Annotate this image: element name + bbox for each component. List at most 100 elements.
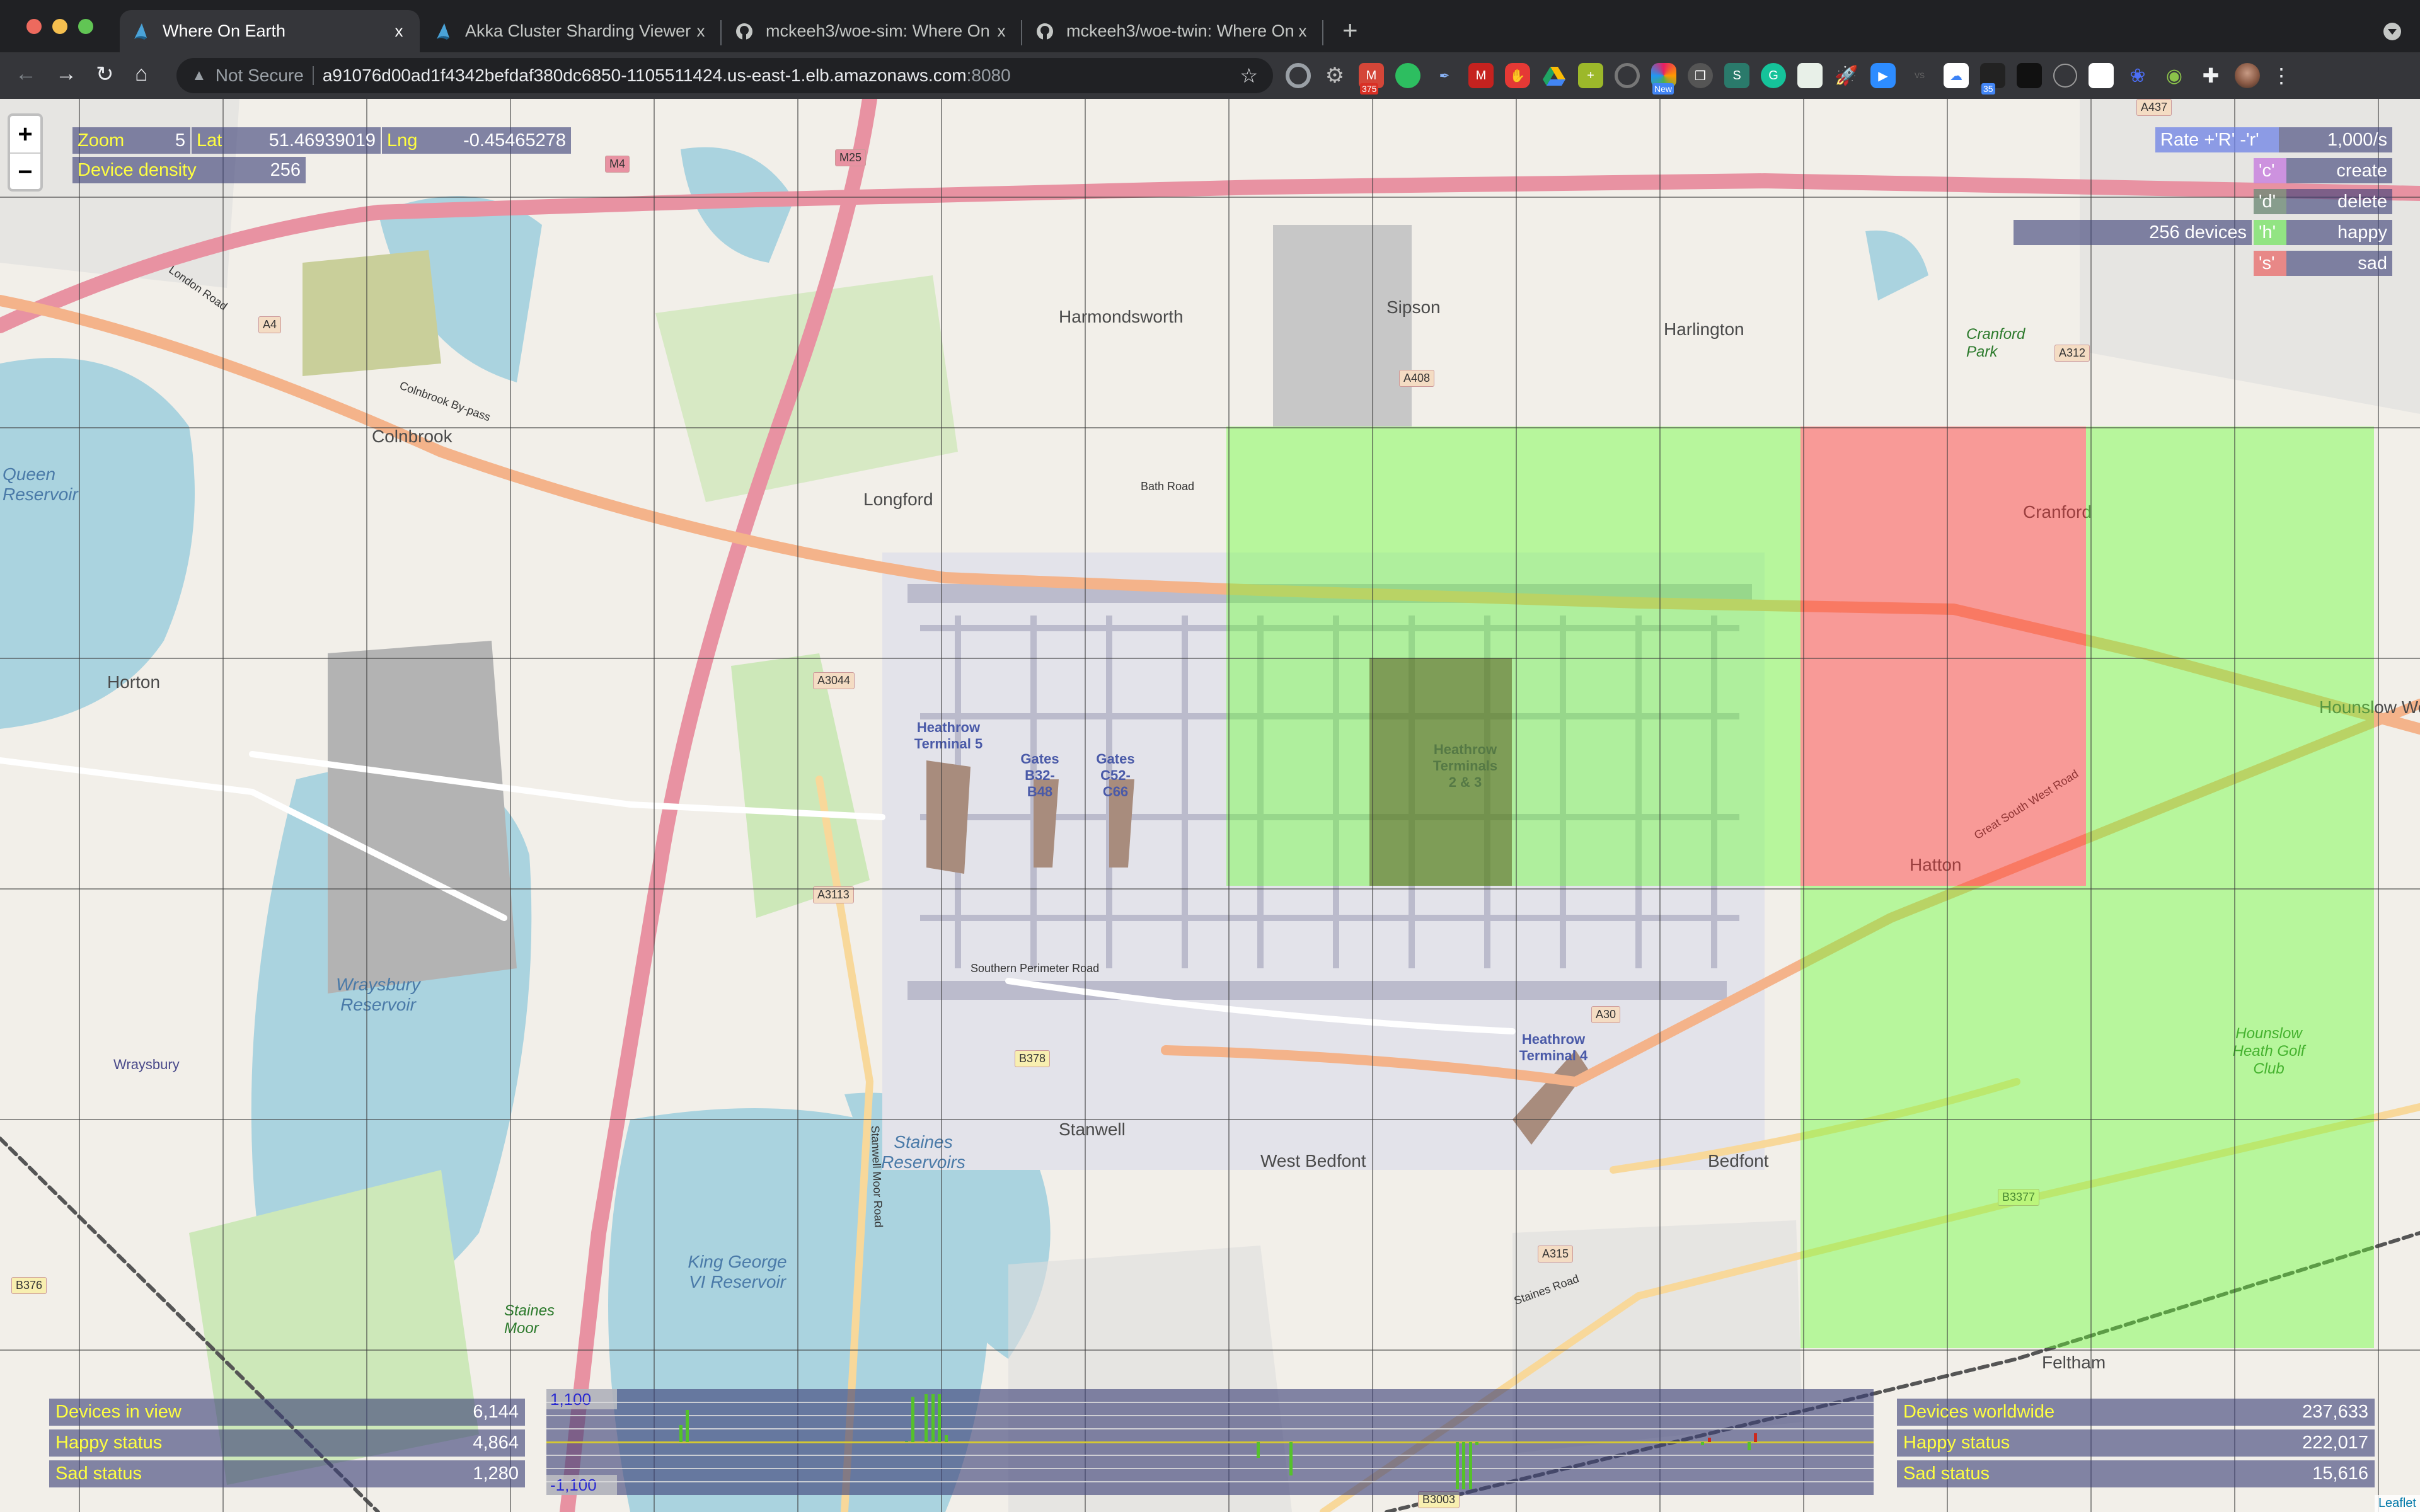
security-status[interactable]: Not Secure xyxy=(216,66,304,86)
broom-extension-icon[interactable]: ◉ xyxy=(2162,63,2187,88)
home-icon[interactable]: ⌂ xyxy=(135,62,148,86)
chart-bar-happy xyxy=(1701,1442,1705,1446)
profile-avatar[interactable] xyxy=(2235,63,2260,88)
chart-zero-line xyxy=(546,1441,1874,1443)
dots-extension-icon[interactable] xyxy=(2089,63,2114,88)
grid-line-vertical xyxy=(222,99,224,1512)
github-icon xyxy=(1036,23,1054,40)
happy-region[interactable] xyxy=(1226,427,1801,886)
zoom-readout: Zoom 5 xyxy=(72,127,190,154)
gear-extension-icon[interactable]: ⚙ xyxy=(1322,63,1347,88)
ring2-extension-icon[interactable] xyxy=(2053,64,2077,88)
terminal-label: Heathrow Terminal 5 xyxy=(914,719,983,752)
grid-line-vertical xyxy=(1085,99,1086,1512)
grammarly-icon[interactable]: G xyxy=(1761,63,1786,88)
place-label: Wraysbury xyxy=(113,1057,180,1072)
action-sad[interactable]: sad xyxy=(2286,251,2392,276)
tab-woe-twin[interactable]: mckeeh3/woe-twin: Where On x xyxy=(1023,10,1323,52)
gmail-extension-icon[interactable]: M 375 xyxy=(1359,63,1384,94)
key-sad[interactable]: 's' xyxy=(2254,251,2286,276)
zoom-out-button[interactable]: − xyxy=(10,154,40,190)
place-label: West Bedfont xyxy=(1260,1151,1366,1171)
window-zoom-button[interactable] xyxy=(78,19,93,34)
zoom-in-button[interactable]: + xyxy=(10,116,40,154)
forward-icon[interactable]: → xyxy=(55,62,77,86)
grid-line-vertical xyxy=(1372,99,1373,1512)
sheet-extension-icon[interactable] xyxy=(1797,63,1823,88)
s-extension-icon[interactable]: S xyxy=(1724,63,1749,88)
close-tab-icon[interactable]: x xyxy=(992,21,1011,41)
copy-extension-icon[interactable]: ❒ xyxy=(1688,63,1713,88)
action-happy[interactable]: happy xyxy=(2286,220,2392,245)
tab-where-on-earth[interactable]: Where On Earth x xyxy=(120,10,420,52)
dense-region[interactable] xyxy=(1369,658,1512,886)
url-host[interactable]: a91076d00ad1f4342befdaf380dc6850-1105511… xyxy=(323,66,967,86)
place-label: Harmondsworth xyxy=(1059,307,1184,326)
key-happy[interactable]: 'h' xyxy=(2254,220,2286,245)
queen-mother-reservoir xyxy=(0,358,195,729)
new-tab-button[interactable]: + xyxy=(1342,15,1358,45)
road-label: Southern Perimeter Road xyxy=(971,962,1100,975)
adblock-extension-icon[interactable]: ✋ xyxy=(1505,63,1530,88)
grid-line-vertical xyxy=(2234,99,2235,1512)
back-icon[interactable]: ← xyxy=(15,62,37,86)
chart-bar-happy xyxy=(925,1394,928,1442)
colorful-extension-icon[interactable]: New xyxy=(1651,63,1676,94)
device-density-readout: Device density 256 xyxy=(72,157,306,183)
key-delete[interactable]: 'd' xyxy=(2254,189,2286,214)
leaflet-attribution-link[interactable]: Leaflet xyxy=(2374,1495,2420,1512)
puzzle-extensions-icon[interactable]: ✚ xyxy=(2198,63,2223,88)
status-rate-chart: 1,100 -1,100 xyxy=(546,1389,1874,1495)
happy-region[interactable] xyxy=(1801,886,2374,1348)
lat-readout: Lat 51.46939019 xyxy=(192,127,381,154)
sad-region[interactable] xyxy=(1801,427,2086,886)
window-close-button[interactable] xyxy=(26,19,42,34)
close-tab-icon[interactable]: x xyxy=(691,21,710,41)
atom-extension-icon[interactable]: ❀ xyxy=(2125,63,2150,88)
grid-line-vertical xyxy=(1659,99,1661,1512)
bookmark-star-icon[interactable]: ☆ xyxy=(1240,64,1258,88)
url-port[interactable]: :8080 xyxy=(967,66,1011,86)
water-label: Staines Reservoirs xyxy=(881,1132,965,1172)
more-menu-icon[interactable]: ⋮ xyxy=(2271,64,2291,88)
rocket-extension-icon[interactable]: 🚀 xyxy=(1834,63,1859,88)
evernote-extension-icon[interactable] xyxy=(1395,63,1420,88)
vs-client-icon[interactable]: VS xyxy=(1907,63,1932,88)
key-glyph: 's' xyxy=(2259,253,2275,273)
circle-extension-icon[interactable] xyxy=(1615,63,1640,88)
action-delete[interactable]: delete xyxy=(2286,189,2392,214)
tab-separator xyxy=(720,20,722,45)
view-stats-panel: Devices in view 6,144 Happy status 4,864… xyxy=(49,1399,525,1491)
close-tab-icon[interactable]: x xyxy=(389,21,408,41)
reload-icon[interactable]: ↻ xyxy=(96,62,114,87)
key-create[interactable]: 'c' xyxy=(2254,158,2286,183)
close-tab-icon[interactable]: x xyxy=(1293,21,1312,41)
tab-search-button[interactable] xyxy=(2383,23,2401,40)
warning-icon[interactable]: ▲ xyxy=(192,67,207,84)
cloud-extension-icon[interactable]: ☁ xyxy=(1944,63,1969,88)
counter-extension-icon[interactable]: 35 xyxy=(1980,63,2005,94)
tab-akka-cluster-sharding-viewer[interactable]: Akka Cluster Sharding Viewer x xyxy=(422,10,722,52)
rate-value: 1,000/s xyxy=(2279,127,2392,152)
action-create[interactable]: create xyxy=(2286,158,2392,183)
grid-line-vertical xyxy=(1947,99,1948,1512)
plus-extension-icon[interactable]: + xyxy=(1578,63,1603,88)
road-shield: A408 xyxy=(1399,370,1435,387)
dark-extension-icon[interactable] xyxy=(2017,63,2042,88)
pen-extension-icon[interactable]: ✒ xyxy=(1432,63,1457,88)
happy-region[interactable] xyxy=(2086,427,2374,886)
zoom-control: + − xyxy=(8,113,43,192)
google-drive-icon[interactable] xyxy=(1541,63,1567,88)
window-minimize-button[interactable] xyxy=(52,19,67,34)
grid-line-vertical xyxy=(79,99,80,1512)
tab-woe-sim[interactable]: mckeeh3/woe-sim: Where On E x xyxy=(723,10,1022,52)
zoom-extension-icon[interactable]: ▶ xyxy=(1870,63,1896,88)
stat-value: 15,616 xyxy=(2312,1463,2368,1484)
map-canvas[interactable]: Colnbrook Harmondsworth Sipson Harlingto… xyxy=(0,99,2420,1512)
stat-label: Happy status xyxy=(1903,1433,2010,1453)
water-label: Queen Reservoir xyxy=(3,464,78,504)
address-bar[interactable]: ▲ Not Secure a91076d00ad1f4342befdaf380d… xyxy=(176,58,1273,93)
ring-extension-icon[interactable] xyxy=(1286,63,1311,88)
grid-line-horizontal xyxy=(0,1119,2420,1120)
mail-extension-icon[interactable]: M xyxy=(1468,63,1494,88)
